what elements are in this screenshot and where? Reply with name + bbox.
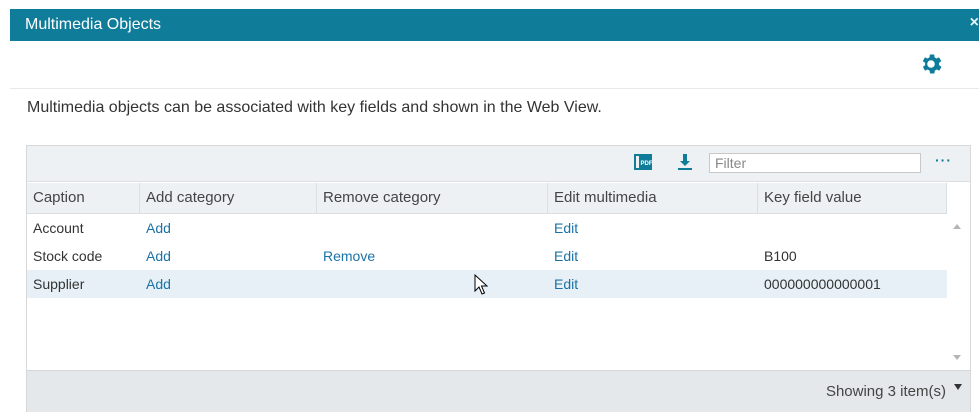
caption-cell: Account — [33, 220, 84, 236]
key-field-value-cell: 000000000000001 — [764, 276, 881, 292]
remove-category-link[interactable] — [317, 270, 323, 298]
item-count-text: Showing 3 item(s) — [825, 383, 946, 400]
key-field-value-cell — [758, 214, 764, 242]
gear-icon[interactable] — [918, 51, 944, 77]
remove-category-link[interactable]: Remove — [317, 242, 375, 270]
scroll-down-icon[interactable] — [953, 355, 961, 360]
edit-multimedia-link[interactable]: Edit — [548, 242, 578, 270]
add-category-link[interactable]: Add — [140, 214, 171, 242]
close-icon[interactable]: × — [970, 14, 979, 32]
multimedia-grid: PDF ··· Caption Add category Remove cate… — [26, 145, 971, 412]
caption-cell: Stock code — [33, 248, 103, 264]
column-header-caption[interactable]: Caption — [27, 183, 140, 213]
description-text: Multimedia objects can be associated wit… — [27, 99, 602, 116]
filter-input[interactable] — [709, 153, 921, 173]
dialog-titlebar: Multimedia Objects × — [10, 9, 979, 41]
dialog-title: Multimedia Objects — [25, 16, 162, 33]
table-row[interactable]: Stock code Add Remove Edit B100 — [27, 242, 947, 270]
more-options-button[interactable]: ··· — [935, 152, 952, 168]
svg-text:PDF: PDF — [641, 161, 653, 167]
edit-multimedia-link[interactable]: Edit — [548, 270, 578, 298]
grid-toolbar: PDF ··· — [27, 146, 970, 182]
column-header-add-category[interactable]: Add category — [140, 183, 317, 213]
remove-category-link[interactable] — [317, 214, 323, 242]
table-row[interactable]: Account Add Edit — [27, 214, 947, 242]
column-header-key-field-value[interactable]: Key field value — [758, 183, 947, 213]
dialog-toolbar — [10, 41, 979, 89]
add-category-link[interactable]: Add — [140, 270, 171, 298]
mouse-pointer-icon — [474, 274, 488, 295]
grid-footer: Showing 3 item(s) — [27, 370, 970, 412]
edit-multimedia-link[interactable]: Edit — [548, 214, 578, 242]
add-category-link[interactable]: Add — [140, 242, 171, 270]
column-header-remove-category[interactable]: Remove category — [317, 183, 548, 213]
vertical-scrollbar[interactable] — [947, 214, 970, 370]
table-header: Caption Add category Remove category Edi… — [27, 183, 947, 214]
key-field-value-cell: B100 — [764, 248, 797, 264]
scroll-up-icon[interactable] — [953, 224, 961, 229]
pdf-export-icon[interactable]: PDF — [634, 154, 652, 170]
caption-cell: Supplier — [33, 276, 85, 292]
download-icon[interactable] — [677, 153, 693, 171]
caret-down-icon[interactable] — [954, 384, 962, 390]
column-header-edit-multimedia[interactable]: Edit multimedia — [548, 183, 758, 213]
